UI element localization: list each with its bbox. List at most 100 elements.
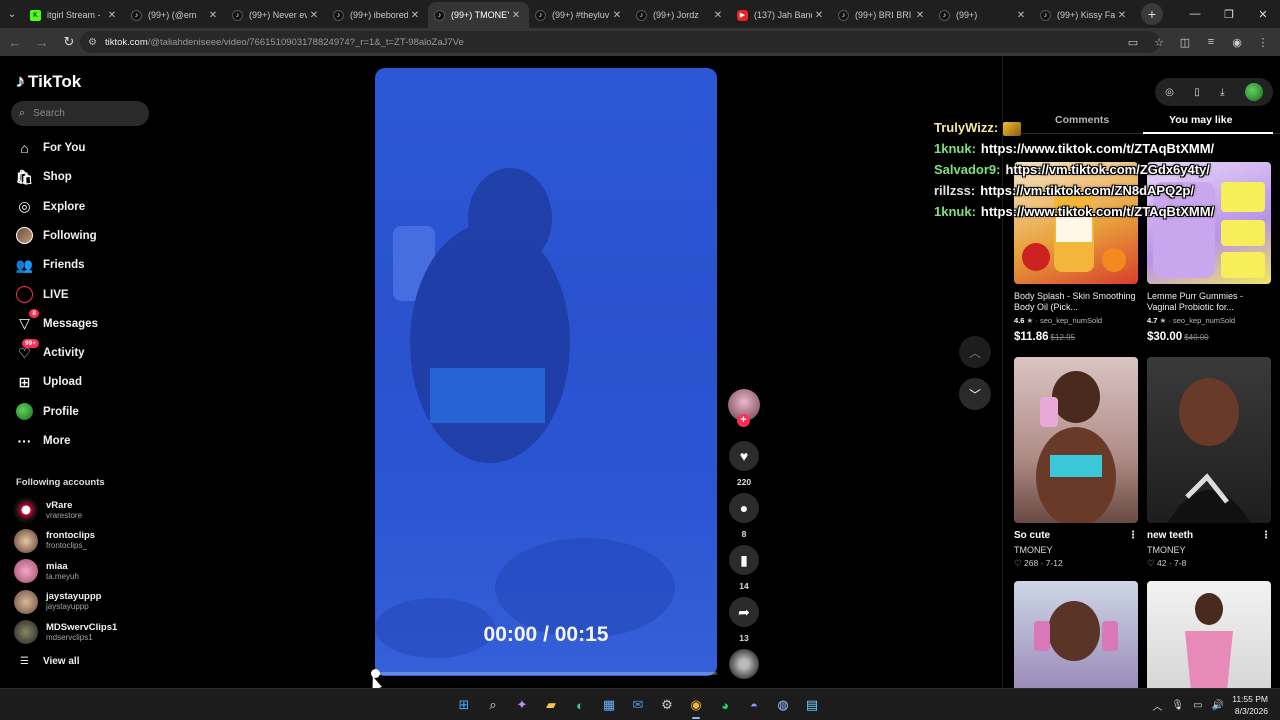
video-progress-bar[interactable]: [371, 669, 717, 678]
cast-icon[interactable]: ▭: [1122, 31, 1144, 53]
bookmark-icon[interactable]: ▮: [729, 545, 759, 575]
chrome-icon[interactable]: ◉: [684, 693, 708, 719]
volume-icon[interactable]: 🔊: [1212, 700, 1224, 711]
outlook-icon[interactable]: ✉: [626, 693, 650, 717]
sidebar-item-shop[interactable]: 🛍 Shop: [16, 166, 72, 188]
site-info-icon[interactable]: ⚙: [88, 37, 97, 48]
creator-avatar-button[interactable]: +: [727, 389, 761, 427]
close-tab-icon[interactable]: ✕: [812, 10, 826, 21]
close-tab-icon[interactable]: ✕: [1115, 10, 1129, 21]
sidebar-item-live[interactable]: LIVE: [16, 284, 69, 306]
tab-search-dropdown-icon[interactable]: ⌄: [0, 0, 24, 28]
network-icon[interactable]: ▭: [1193, 700, 1202, 711]
sidebar-item-explore[interactable]: ◎ Explore: [16, 196, 85, 218]
comment-action[interactable]: ● 8: [727, 493, 761, 539]
browser-tab[interactable]: ♪ (99+) TMONEY ✕: [428, 2, 529, 28]
view-all-link[interactable]: ☰ View all: [20, 656, 79, 667]
reload-icon[interactable]: ↻: [57, 30, 81, 54]
close-tab-icon[interactable]: ✕: [105, 10, 119, 21]
close-tab-icon[interactable]: ✕: [711, 10, 725, 21]
search-icon[interactable]: ⌕: [481, 693, 505, 717]
more-options-icon[interactable]: ⋮: [1128, 530, 1138, 541]
chevron-up-icon[interactable]: ︿: [1152, 698, 1162, 713]
sidebar-item-friends[interactable]: 👥 Friends: [16, 254, 85, 276]
close-tab-icon[interactable]: ✕: [509, 10, 523, 21]
music-disc-icon[interactable]: [729, 649, 759, 679]
video-thumbnail[interactable]: [1147, 357, 1271, 523]
download-icon[interactable]: ⤓: [1220, 87, 1224, 98]
share-action[interactable]: ➦ 13: [727, 597, 761, 643]
tiktok-logo[interactable]: ♪ TikTok: [16, 71, 81, 92]
menu-kebab-icon[interactable]: ⋮: [1252, 31, 1274, 53]
browser-tab[interactable]: ♪ (99+) Kissy Fac ✕: [1034, 2, 1135, 28]
save-action[interactable]: ▮ 14: [727, 545, 761, 591]
video-thumbnail[interactable]: [1014, 581, 1138, 688]
close-tab-icon[interactable]: ✕: [913, 10, 927, 21]
search-box[interactable]: ⌕: [11, 101, 149, 126]
more-options-icon[interactable]: ⋮: [1261, 530, 1271, 541]
restore-icon[interactable]: ❐: [1212, 0, 1246, 28]
account-icon[interactable]: ◉: [1226, 31, 1248, 53]
reading-list-icon[interactable]: ≡: [1200, 31, 1222, 53]
copilot-icon[interactable]: ✦: [510, 693, 534, 717]
back-arrow-icon[interactable]: ←: [3, 30, 27, 54]
follow-plus-icon[interactable]: +: [737, 414, 750, 427]
discord-icon[interactable]: ◓: [742, 693, 766, 717]
following-account[interactable]: jaystayuppp jaystayuppp: [14, 589, 154, 615]
forward-arrow-icon[interactable]: →: [30, 30, 54, 54]
user-avatar[interactable]: [1244, 83, 1263, 101]
browser-tab[interactable]: ♪ (99+) (@em ✕: [125, 2, 226, 28]
browser-tab[interactable]: ♪ (99+) ✕: [933, 2, 1034, 28]
close-tab-icon[interactable]: ✕: [307, 10, 321, 21]
sidebar-item-messages[interactable]: ▽ 8 Messages: [16, 309, 98, 335]
close-tab-icon[interactable]: ✕: [610, 10, 624, 21]
following-account[interactable]: miaa ta.meyuh: [14, 558, 154, 584]
notepad-icon[interactable]: ▤: [800, 693, 824, 717]
windows-start-icon[interactable]: ⊞: [452, 693, 476, 717]
sidebar-item-profile[interactable]: Profile: [16, 401, 79, 423]
like-action[interactable]: ♥ 220: [727, 441, 761, 487]
video-card[interactable]: So cute ⋮ TMONEY ♡ 268 · 7-12: [1014, 357, 1138, 569]
spotify-icon[interactable]: ◕: [713, 693, 737, 717]
close-tab-icon[interactable]: ✕: [408, 10, 422, 21]
sidebar-item-activity[interactable]: ♡ 99+ Activity: [16, 338, 85, 364]
following-account[interactable]: vRare vrarestore: [14, 497, 154, 523]
steam-icon[interactable]: ◍: [771, 693, 795, 717]
store-icon[interactable]: ▦: [597, 693, 621, 717]
browser-tab[interactable]: ♪ (99+) Never ev ✕: [226, 2, 327, 28]
minimize-icon[interactable]: —: [1178, 0, 1212, 28]
address-bar[interactable]: ⚙ tiktok.com /@taliahdeniseee/video/7661…: [80, 31, 1160, 53]
video-thumbnail[interactable]: [1147, 581, 1271, 688]
close-window-icon[interactable]: ✕: [1246, 0, 1280, 28]
following-account[interactable]: frontoclips frontoclips_: [14, 528, 154, 554]
video-thumbnail[interactable]: [1014, 357, 1138, 523]
next-video-button[interactable]: ﹀: [959, 378, 991, 410]
new-tab-button[interactable]: +: [1141, 3, 1163, 25]
settings-gear-icon[interactable]: ⚙: [655, 693, 679, 717]
close-tab-icon[interactable]: ✕: [1014, 10, 1028, 21]
sidebar-item-following[interactable]: Following: [16, 225, 97, 247]
browser-tab[interactable]: ▶ (137) Jah Band ✕: [731, 2, 832, 28]
phone-icon[interactable]: ▯: [1194, 87, 1200, 98]
video-player[interactable]: 00:00 / 00:15: [375, 68, 717, 676]
browser-tab[interactable]: ♪ (99+) Jordz ✕: [630, 2, 731, 28]
video-card[interactable]: new teeth ⋮ TMONEY ♡ 42 · 7-8: [1147, 357, 1271, 569]
search-input[interactable]: [33, 108, 134, 119]
sidebar-item-upload[interactable]: ⊞ Upload: [16, 371, 82, 393]
browser-tab[interactable]: Kitgirl Stream - ✕: [24, 2, 125, 28]
music-disc-action[interactable]: [727, 649, 761, 679]
sidebar-item-for-you[interactable]: ⌂ For You: [16, 137, 85, 159]
browser-tab[interactable]: ♪ (99+) BRI BRI ✕: [832, 2, 933, 28]
sidebar-item-more[interactable]: ··· More: [16, 430, 71, 452]
video-card[interactable]: [1014, 581, 1138, 688]
compass-icon[interactable]: ◎: [1165, 87, 1174, 98]
share-arrow-icon[interactable]: ➦: [729, 597, 759, 627]
previous-video-button[interactable]: ︿: [959, 336, 991, 368]
extensions-icon[interactable]: ◫: [1174, 31, 1196, 53]
following-account[interactable]: MDSwervClips1 mdservclips1: [14, 619, 154, 645]
microphone-icon[interactable]: 🎙: [1171, 700, 1184, 711]
taskbar-clock[interactable]: 11:55 PM 8/3/2026: [1232, 693, 1268, 717]
close-tab-icon[interactable]: ✕: [206, 10, 220, 21]
bookmark-star-icon[interactable]: ☆: [1148, 31, 1170, 53]
comment-icon[interactable]: ●: [729, 493, 759, 523]
